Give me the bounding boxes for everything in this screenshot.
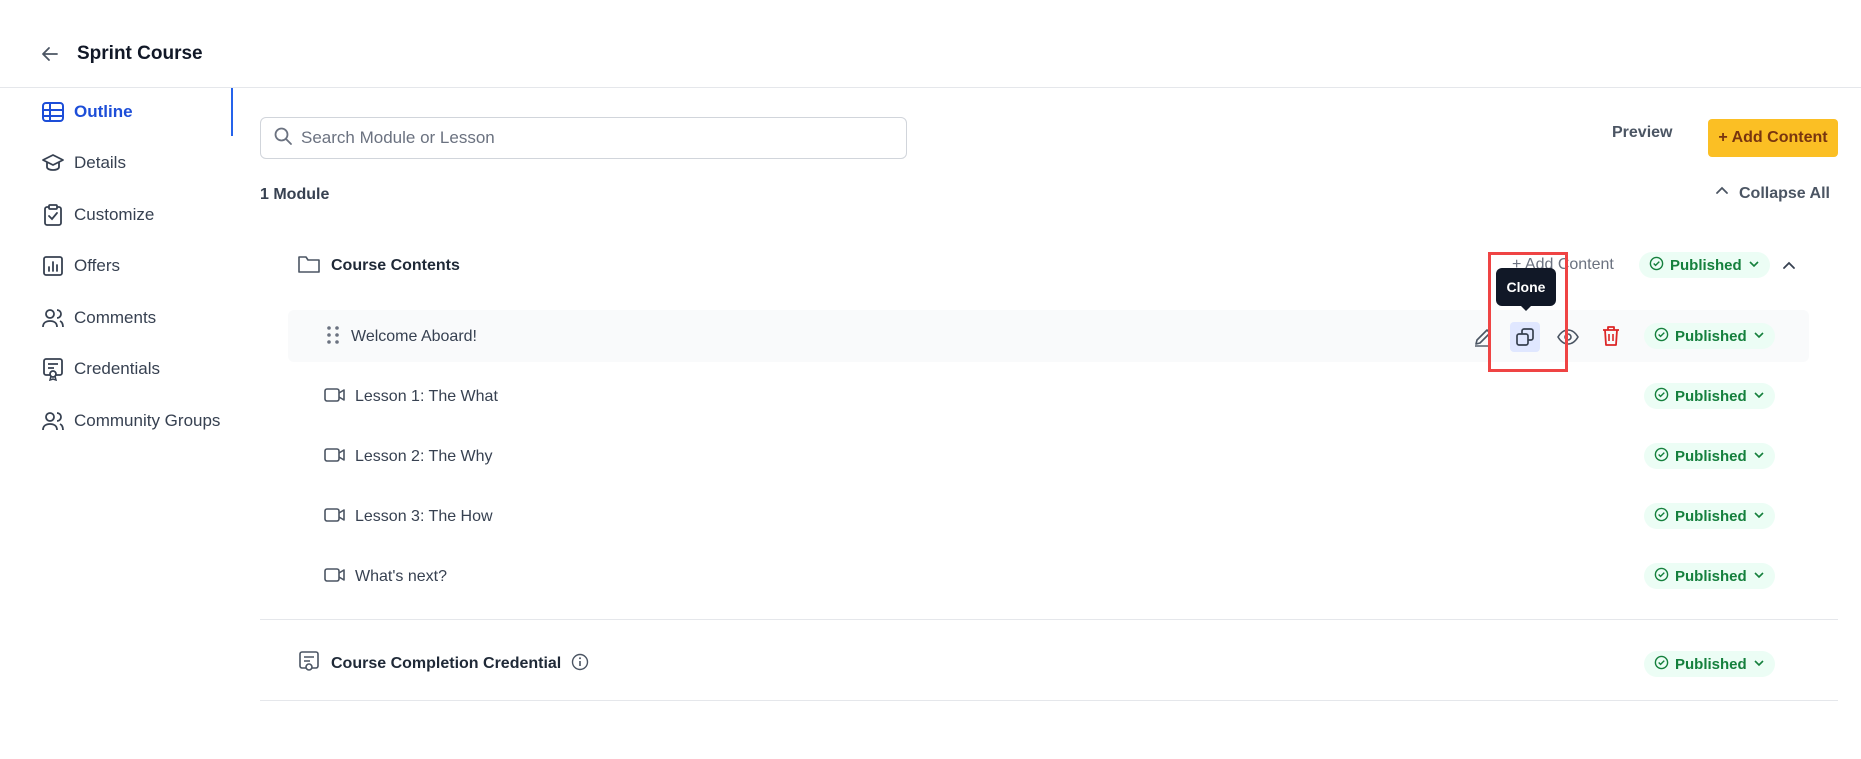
sidebar-item-offers[interactable]: Offers — [40, 251, 120, 281]
credential-row[interactable]: Course Completion Credential — [297, 650, 589, 679]
chevron-down-icon — [1753, 388, 1765, 405]
status-badge[interactable]: Published — [1644, 651, 1775, 677]
highlight-box — [1488, 252, 1568, 372]
status-badge[interactable]: Published — [1644, 563, 1775, 589]
status-badge[interactable]: Published — [1644, 383, 1775, 409]
video-icon — [323, 565, 347, 590]
module-collapse-chevron-icon[interactable] — [1778, 254, 1800, 276]
check-circle-icon — [1654, 655, 1669, 674]
bar-chart-icon — [40, 253, 66, 279]
status-label: Published — [1675, 447, 1747, 465]
users-icon — [40, 305, 66, 331]
lesson-title: What's next? — [355, 568, 447, 585]
status-label: Published — [1675, 507, 1747, 525]
sidebar-item-label: Customize — [74, 205, 155, 224]
status-label: Published — [1675, 387, 1747, 405]
table-icon — [40, 99, 66, 125]
sidebar-item-label: Comments — [74, 308, 157, 327]
chevron-down-icon — [1753, 508, 1765, 525]
sidebar-item-label: Community Groups — [74, 411, 221, 430]
lesson-title: Lesson 3: The How — [355, 508, 493, 525]
section-divider — [260, 700, 1838, 701]
check-circle-icon — [1649, 256, 1664, 275]
status-label: Published — [1675, 327, 1747, 345]
sidebar-item-outline[interactable]: Outline — [40, 97, 133, 127]
sidebar-item-details[interactable]: Details — [40, 148, 126, 178]
status-badge[interactable]: Published — [1644, 443, 1775, 469]
section-divider — [260, 619, 1838, 620]
clipboard-check-icon — [40, 202, 66, 228]
chevron-down-icon — [1753, 448, 1765, 465]
drag-handle-icon[interactable] — [323, 324, 343, 351]
lesson-title: Welcome Aboard! — [351, 328, 477, 345]
trash-icon[interactable] — [1596, 321, 1626, 351]
folder-icon — [297, 253, 321, 280]
sidebar-item-community-groups[interactable]: Community Groups — [40, 406, 220, 436]
status-label: Published — [1670, 256, 1742, 274]
status-badge[interactable]: Published — [1644, 323, 1775, 349]
module-count: 1 Module — [260, 186, 330, 203]
video-icon — [323, 445, 347, 470]
status-label: Published — [1675, 655, 1747, 673]
certificate-icon — [297, 650, 321, 679]
search-field[interactable] — [260, 117, 907, 159]
video-icon — [323, 385, 347, 410]
chevron-down-icon — [1753, 328, 1765, 345]
collapse-all-label: Collapse All — [1739, 184, 1830, 202]
search-icon — [273, 126, 293, 151]
lesson-row[interactable]: Lesson 3: The How — [323, 504, 493, 530]
credential-title: Course Completion Credential — [331, 655, 562, 672]
search-input[interactable] — [301, 128, 891, 148]
status-badge[interactable]: Published — [1644, 503, 1775, 529]
sidebar-item-label: Details — [74, 153, 126, 172]
chevron-down-icon — [1753, 568, 1765, 585]
video-icon — [323, 505, 347, 530]
sidebar-item-label: Offers — [74, 256, 120, 275]
lesson-title: Lesson 1: The What — [355, 388, 498, 405]
sidebar-item-comments[interactable]: Comments — [40, 303, 156, 333]
certificate-icon — [40, 356, 66, 382]
sidebar-item-label: Outline — [74, 102, 133, 121]
check-circle-icon — [1654, 507, 1669, 526]
module-header[interactable]: Course Contents — [297, 253, 460, 279]
status-label: Published — [1675, 567, 1747, 585]
sidebar-item-label: Credentials — [74, 359, 160, 378]
chevron-down-icon — [1748, 257, 1760, 274]
back-arrow-icon[interactable] — [38, 42, 62, 66]
check-circle-icon — [1654, 567, 1669, 586]
lesson-title: Lesson 2: The Why — [355, 448, 493, 465]
sidebar-item-credentials[interactable]: Credentials — [40, 354, 160, 384]
lesson-row[interactable]: What's next? — [323, 564, 447, 590]
lesson-row[interactable]: Lesson 1: The What — [323, 384, 498, 410]
lesson-row[interactable]: Welcome Aboard! — [323, 324, 477, 350]
add-content-button[interactable]: + Add Content — [1708, 119, 1838, 157]
preview-button[interactable]: Preview — [1612, 124, 1672, 142]
collapse-all-button[interactable]: Collapse All — [1715, 184, 1830, 203]
check-circle-icon — [1654, 327, 1669, 346]
status-badge[interactable]: Published — [1639, 252, 1770, 278]
check-circle-icon — [1654, 447, 1669, 466]
chevron-up-icon — [1715, 184, 1729, 203]
sidebar-active-indicator — [231, 88, 233, 136]
lesson-row[interactable]: Lesson 2: The Why — [323, 444, 493, 470]
check-circle-icon — [1654, 387, 1669, 406]
sidebar-item-customize[interactable]: Customize — [40, 200, 154, 230]
info-icon[interactable] — [571, 653, 589, 676]
graduation-cap-icon — [40, 150, 66, 176]
page-title: Sprint Course — [77, 43, 203, 64]
module-title: Course Contents — [331, 257, 460, 274]
community-icon — [40, 408, 66, 434]
page-header: Sprint Course — [0, 0, 1861, 88]
chevron-down-icon — [1753, 656, 1765, 673]
